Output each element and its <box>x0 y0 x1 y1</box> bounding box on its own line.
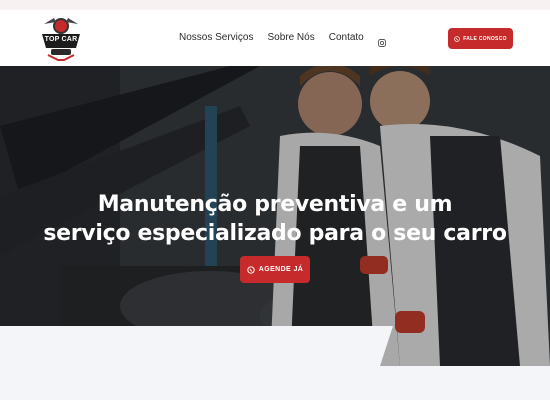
site-header: TOP CAR Nossos Serviços Sobre Nós Contat… <box>0 10 550 66</box>
logo-text: TOP CAR <box>44 36 78 43</box>
fale-conosco-label: FALE CONOSCO <box>463 35 507 42</box>
hero-section: Manutenção preventiva e um serviço espec… <box>0 66 550 366</box>
lower-section-divider <box>0 326 550 400</box>
fale-conosco-button[interactable]: FALE CONOSCO <box>448 28 513 49</box>
nav-item-servicos[interactable]: Nossos Serviços <box>179 32 253 43</box>
hero-title-line-2: serviço especializado para o seu carro <box>43 221 507 246</box>
whatsapp-icon <box>247 265 255 274</box>
hero-title: Manutenção preventiva e um serviço espec… <box>0 190 550 248</box>
main-nav: Nossos Serviços Sobre Nós Contato <box>179 32 386 47</box>
nav-item-contato[interactable]: Contato <box>329 32 364 43</box>
whatsapp-icon <box>454 35 460 42</box>
hero-title-line-1: Manutenção preventiva e um <box>97 192 453 217</box>
logo[interactable]: TOP CAR <box>36 14 86 62</box>
nav-item-sobre[interactable]: Sobre Nós <box>267 32 314 43</box>
agende-ja-label: AGENDE JÁ <box>258 266 304 273</box>
agende-ja-button[interactable]: AGENDE JÁ <box>240 256 310 283</box>
top-strip <box>0 0 550 10</box>
instagram-icon[interactable] <box>377 34 386 47</box>
